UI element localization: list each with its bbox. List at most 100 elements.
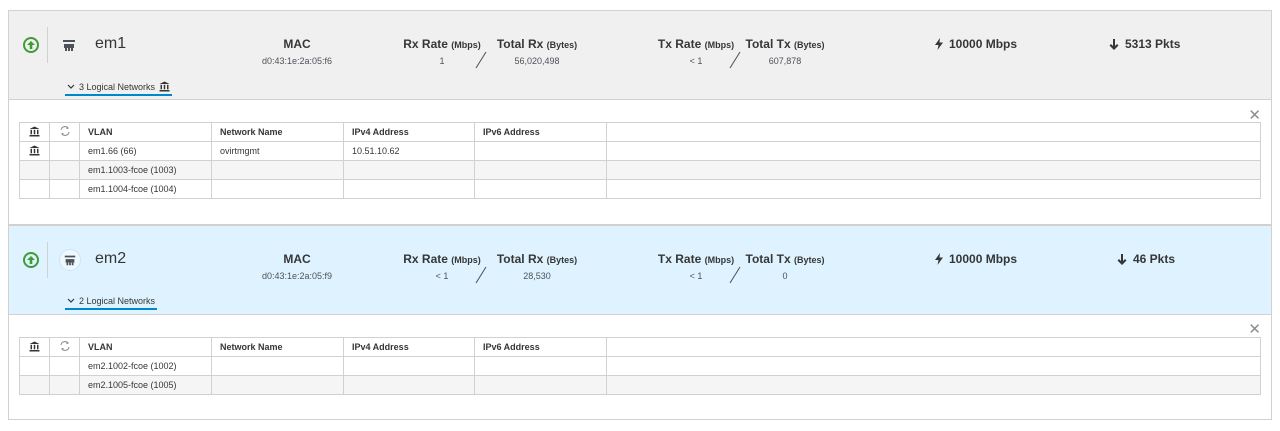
filler-cell [606,356,1261,376]
up-arrow-icon [23,252,39,268]
row-sync-cell [49,141,80,161]
nic-name: em1 [95,35,127,52]
row-bank-cell [19,179,50,199]
mac-value: d0:43:1e:2a:05:f6 [261,56,333,66]
divider [47,242,48,278]
bank-icon [29,145,40,155]
column-header-filler [606,337,1261,357]
ipv6-cell [474,375,607,395]
tx-rate-unit: (Mbps) [704,255,735,265]
total-rx-value: 56,020,498 [514,56,560,66]
total-tx-unit: (Bytes) [793,255,825,265]
arrow-down-icon [1117,253,1127,265]
close-icon[interactable]: ✕ [1248,322,1261,337]
mac-stat: MAC d0:43:1e:2a:05:f6 [242,37,352,66]
sync-icon [60,126,69,136]
tx-rate-unit: (Mbps) [704,40,735,50]
total-rx-unit: (Bytes) [546,40,578,50]
link-speed-value: 10000 Mbps [949,37,1018,51]
packet-count-value: 46 Pkts [1133,252,1176,266]
chevron-down-icon [67,298,75,303]
row-sync-cell [49,375,80,395]
total-tx-unit: (Bytes) [793,40,825,50]
row-bank-cell [19,160,50,180]
row-sync-cell [49,160,80,180]
column-header-vlan: VLAN [79,122,212,142]
ipv4-cell [343,179,475,199]
ipv6-cell [474,356,607,376]
nic-name: em2 [95,250,127,267]
table-row[interactable]: em1.1003-fcoe (1003) [19,160,1261,180]
logical-networks-toggle[interactable]: 3 Logical Networks [65,81,173,96]
total-tx-stat: Total Tx (Bytes) 607,878 [737,37,833,66]
network-card-icon [61,37,77,53]
chevron-down-icon [67,84,75,89]
vlan-cell: em2.1005-fcoe (1005) [79,375,212,395]
table-row[interactable]: em1.1004-fcoe (1004) [19,179,1261,199]
row-bank-cell [19,141,50,161]
total-rx-stat: Total Rx (Bytes) 56,020,498 [487,37,587,66]
ipv4-cell: 10.51.10.62 [343,141,475,161]
sync-icon [60,341,69,351]
close-icon[interactable]: ✕ [1248,108,1261,123]
total-tx-label: Total Tx [745,252,791,266]
nic-header[interactable]: em1 MAC d0:43:1e:2a:05:f6 Rx Rate (Mbps)… [9,11,1271,100]
total-rx-value: 28,530 [523,271,551,281]
vlan-cell: em1.66 (66) [79,141,212,161]
bank-icon [159,81,170,92]
column-header-sync [49,122,80,142]
link-speed-value: 10000 Mbps [949,252,1018,266]
table-row[interactable]: em2.1005-fcoe (1005) [19,375,1261,395]
column-header-ipv6: IPv6 Address [474,337,607,357]
slash-divider [475,51,487,69]
column-header-ipv4: IPv4 Address [343,337,475,357]
table-row[interactable]: em1.66 (66) ovirtmgmt 10.51.10.62 [19,141,1261,161]
ipv6-cell [474,160,607,180]
mac-label: MAC [283,37,311,51]
column-header-sync [49,337,80,357]
column-header-network-name: Network Name [211,122,344,142]
mac-stat: MAC d0:43:1e:2a:05:f9 [242,252,352,281]
column-header-filler [606,122,1261,142]
column-header-ipv6: IPv6 Address [474,122,607,142]
rx-rate-label: Rx Rate [403,37,448,51]
table-row[interactable]: em2.1002-fcoe (1002) [19,356,1261,376]
logical-networks-label: 2 Logical Networks [79,296,156,306]
column-header-bank [19,337,50,357]
table-header-row: VLAN Network Name IPv4 Address IPv6 Addr… [19,122,1261,142]
link-speed: 10000 Mbps [935,252,1017,266]
total-rx-label: Total Rx [496,252,544,266]
divider [47,27,48,63]
vlan-cell: em1.1003-fcoe (1003) [79,160,212,180]
column-header-bank [19,122,50,142]
logical-networks-toggle[interactable]: 2 Logical Networks [65,296,158,310]
bolt-icon [935,38,943,50]
packet-count: 46 Pkts [1117,252,1175,266]
network-name-cell [211,160,344,180]
row-bank-cell [19,356,50,376]
row-sync-cell [49,356,80,376]
ipv4-cell [343,160,475,180]
logical-networks-label: 3 Logical Networks [79,81,156,92]
network-card-icon [59,249,81,271]
row-bank-cell [19,375,50,395]
column-header-network-name: Network Name [211,337,344,357]
nic-header[interactable]: em2 MAC d0:43:1e:2a:05:f9 Rx Rate (Mbps)… [9,226,1271,315]
link-speed: 10000 Mbps [935,37,1017,51]
bank-icon [29,341,40,351]
tx-rate-label: Tx Rate [657,37,702,51]
slash-divider [475,266,487,284]
rx-rate-label: Rx Rate [403,252,448,266]
total-rx-stat: Total Rx (Bytes) 28,530 [487,252,587,281]
total-rx-unit: (Bytes) [546,255,578,265]
bolt-icon [935,253,943,265]
total-tx-value: 607,878 [768,56,802,66]
filler-cell [606,160,1261,180]
nic-panel-em1: em1 MAC d0:43:1e:2a:05:f6 Rx Rate (Mbps)… [8,10,1272,225]
column-header-ipv4: IPv4 Address [343,122,475,142]
ipv6-cell [474,141,607,161]
vlan-table: VLAN Network Name IPv4 Address IPv6 Addr… [19,337,1261,395]
total-rx-label: Total Rx [496,37,544,51]
network-name-cell [211,375,344,395]
total-tx-label: Total Tx [745,37,791,51]
